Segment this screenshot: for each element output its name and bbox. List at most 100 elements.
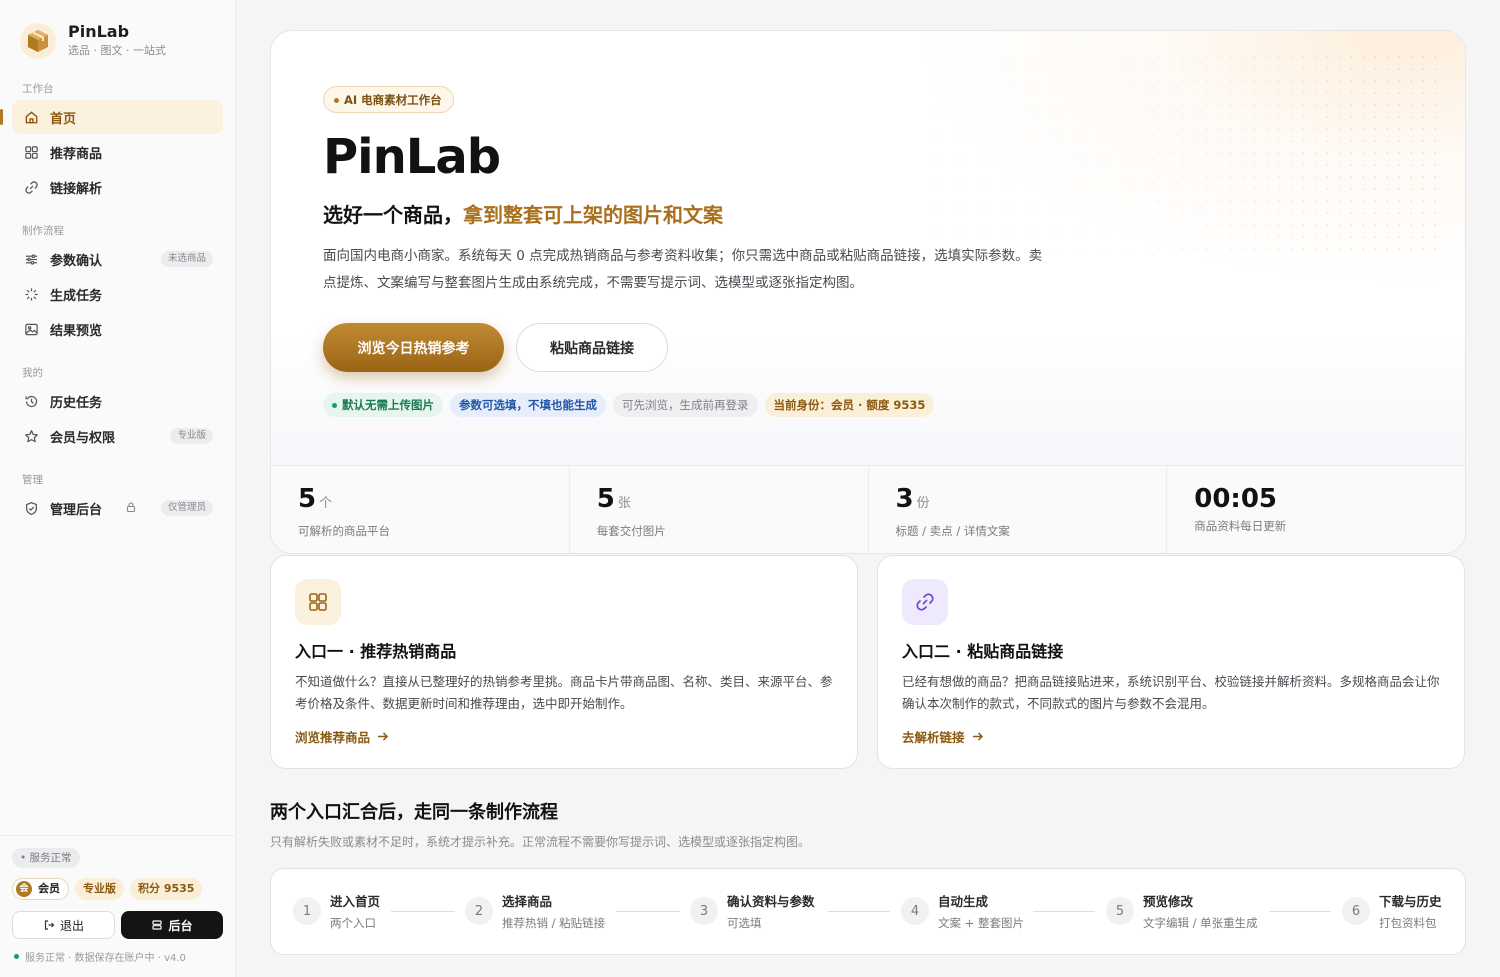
sidebar-item-label: 链接解析 [50, 181, 103, 197]
flow-step: 4 自动生成 文案 + 整套图片 [901, 893, 1024, 932]
link-icon [23, 179, 39, 195]
sidebar-item-home[interactable]: 首页 [0, 100, 223, 134]
step-subtitle: 文字编辑 / 单张重生成 [1143, 916, 1258, 930]
admin-button[interactable]: 后台 [121, 911, 223, 939]
step-title: 自动生成 [938, 894, 989, 909]
brand-name: PinLab [68, 22, 130, 41]
sidebar-item-label: 结果预览 [50, 323, 103, 339]
no-product-badge: 未选商品 [160, 251, 213, 267]
admin-label: 后台 [168, 918, 193, 933]
stat-label: 可解析的商品平台 [298, 524, 390, 538]
logout-icon [44, 920, 55, 930]
brand-tagline: 选品 · 图文 · 一站式 [68, 44, 166, 57]
sidebar-item-label: 首页 [50, 111, 77, 127]
sidebar-item-params[interactable]: 参数确认 未选商品 [12, 242, 223, 276]
entry-title: 入口一 · 推荐热销商品 [295, 642, 457, 661]
plan-pill: 专业版 [75, 878, 124, 900]
nav-section-workflow: 制作流程 [22, 225, 64, 237]
sidebar-item-label: 生成任务 [50, 288, 103, 304]
entry-card-paste-link[interactable]: 入口二 · 粘贴商品链接 已经有想做的商品？把商品链接贴进来，系统识别平台、校验… [877, 555, 1465, 769]
sidebar-item-label: 推荐商品 [50, 146, 103, 162]
sidebar-item-preview[interactable]: 结果预览 [12, 312, 223, 346]
entry-card-recommended[interactable]: 入口一 · 推荐热销商品 不知道做什么？直接从已整理好的热销参考里挑。商品卡片带… [270, 555, 858, 769]
sidebar-item-recommended[interactable]: 推荐商品 [12, 135, 223, 169]
flow-step: 1 进入首页两个入口 [293, 893, 380, 932]
member-avatar: 会 [16, 881, 32, 897]
sidebar-item-history[interactable]: 历史任务 [12, 384, 223, 418]
hero-subtitle: 选好一个商品，拿到整套可上架的图片和文案 [323, 201, 723, 229]
sidebar-item-generate[interactable]: 生成任务 [12, 277, 223, 311]
grid-icon [23, 144, 39, 160]
sidebar-item-membership[interactable]: 会员与权限 专业版 [12, 419, 223, 453]
arrow-right-icon [972, 732, 983, 741]
browse-hot-button[interactable]: 浏览今日热销参考 [323, 323, 504, 372]
step-subtitle: 两个入口 [330, 916, 376, 930]
points-pill: 积分 9535 [130, 878, 203, 900]
cube-logo-icon [20, 22, 56, 59]
brand[interactable]: PinLab 选品 · 图文 · 一站式 [20, 22, 166, 59]
step-title: 进入首页 [330, 894, 381, 909]
workflow-steps: 1 进入首页两个入口 2 选择商品推荐热销 / 粘贴链接 3 确认资料与参数 可选… [270, 868, 1466, 955]
step-title: 下载与历史 [1379, 894, 1442, 909]
arrow-right-icon [378, 732, 389, 741]
step-number: 2 [465, 897, 493, 925]
footer-note-text: 服务正常 · 数据保存在账户中 · v4.0 [25, 953, 186, 964]
sidebar-item-label: 会员与权限 [50, 430, 116, 446]
link-label: 去解析链接 [902, 730, 965, 745]
sidebar-item-label: 参数确认 [50, 253, 103, 269]
tag-optional-params: 参数可选填，不填也能生成 [450, 393, 606, 417]
entry-description: 已经有想做的商品？把商品链接贴进来，系统识别平台、校验链接并解析资料。多规格商品… [902, 674, 1440, 711]
service-status-pill: • 服务正常 [12, 848, 80, 868]
star-icon [23, 428, 39, 444]
browse-recommended-link[interactable]: 浏览推荐商品 [295, 727, 389, 746]
stat-unit: 份 [916, 496, 930, 511]
step-connector [1269, 911, 1331, 912]
hero-dot-pattern [925, 51, 1445, 251]
logout-label: 退出 [59, 918, 84, 933]
hero-title: PinLab [323, 129, 501, 185]
logout-button[interactable]: 退出 [12, 911, 115, 939]
flow-step: 3 确认资料与参数 可选填 [690, 893, 815, 932]
sidebar-item-link-parse[interactable]: 链接解析 [12, 170, 223, 204]
hero-subtitle-plain: 选好一个商品， [323, 203, 463, 227]
stat-images: 5张 每套交付图片 [570, 466, 869, 553]
service-status-text: 服务正常 [29, 852, 72, 864]
step-number: 3 [690, 897, 718, 925]
shield-icon [23, 500, 39, 516]
stat-update-time: 00:05 商品资料每日更新 [1167, 466, 1465, 553]
stat-label: 商品资料每日更新 [1194, 519, 1287, 533]
flow-title: 两个入口汇合后，走同一条制作流程 [270, 802, 558, 823]
step-subtitle: 打包资料包 [1379, 916, 1437, 930]
stat-platforms: 5个 可解析的商品平台 [271, 466, 570, 553]
sidebar-item-admin[interactable]: 管理后台 仅管理员 [12, 491, 223, 525]
step-number: 6 [1342, 897, 1370, 925]
step-subtitle: 文案 + 整套图片 [938, 916, 1024, 930]
sidebar: PinLab 选品 · 图文 · 一站式 工作台 首页 推荐商品 链接解析 制作… [0, 0, 236, 977]
image-icon [23, 321, 39, 337]
step-title: 预览修改 [1143, 894, 1194, 909]
stat-unit: 个 [319, 496, 333, 511]
tag-identity: 当前身份：会员 · 额度 9535 [764, 393, 935, 417]
nav-section-mine: 我的 [22, 367, 43, 379]
step-connector [616, 911, 680, 912]
stat-label: 标题 / 卖点 / 详情文案 [895, 524, 1010, 538]
hero-description: 面向国内电商小商家。系统每天 0 点完成热销商品与参考资料收集；你只需选中商品或… [323, 248, 1043, 291]
step-title: 选择商品 [502, 894, 553, 909]
member-pill[interactable]: 会 会员 [12, 878, 69, 900]
sparkle-icon [23, 286, 39, 302]
entry-description: 不知道做什么？直接从已整理好的热销参考里挑。商品卡片带商品图、名称、类目、来源平… [295, 674, 833, 711]
step-subtitle: 推荐热销 / 粘贴链接 [502, 916, 606, 930]
parse-link-link[interactable]: 去解析链接 [902, 727, 984, 746]
sliders-icon [23, 251, 39, 267]
stat-value: 5 [596, 484, 615, 514]
step-number: 1 [293, 897, 321, 925]
link-icon [902, 579, 948, 625]
paste-link-button[interactable]: 粘贴商品链接 [516, 323, 668, 372]
footer-note: 服务正常 · 数据保存在账户中 · v4.0 [14, 949, 186, 964]
flow-step: 5 预览修改 文字编辑 / 单张重生成 [1106, 893, 1258, 932]
stat-value: 5 [298, 484, 317, 514]
flow-subtitle: 只有解析失败或素材不足时，系统才提示补充。正常流程不需要你写提示词、选模型或逐张… [270, 835, 811, 849]
lock-icon [126, 502, 136, 513]
sidebar-item-label: 历史任务 [50, 395, 103, 411]
link-label: 浏览推荐商品 [295, 730, 371, 745]
